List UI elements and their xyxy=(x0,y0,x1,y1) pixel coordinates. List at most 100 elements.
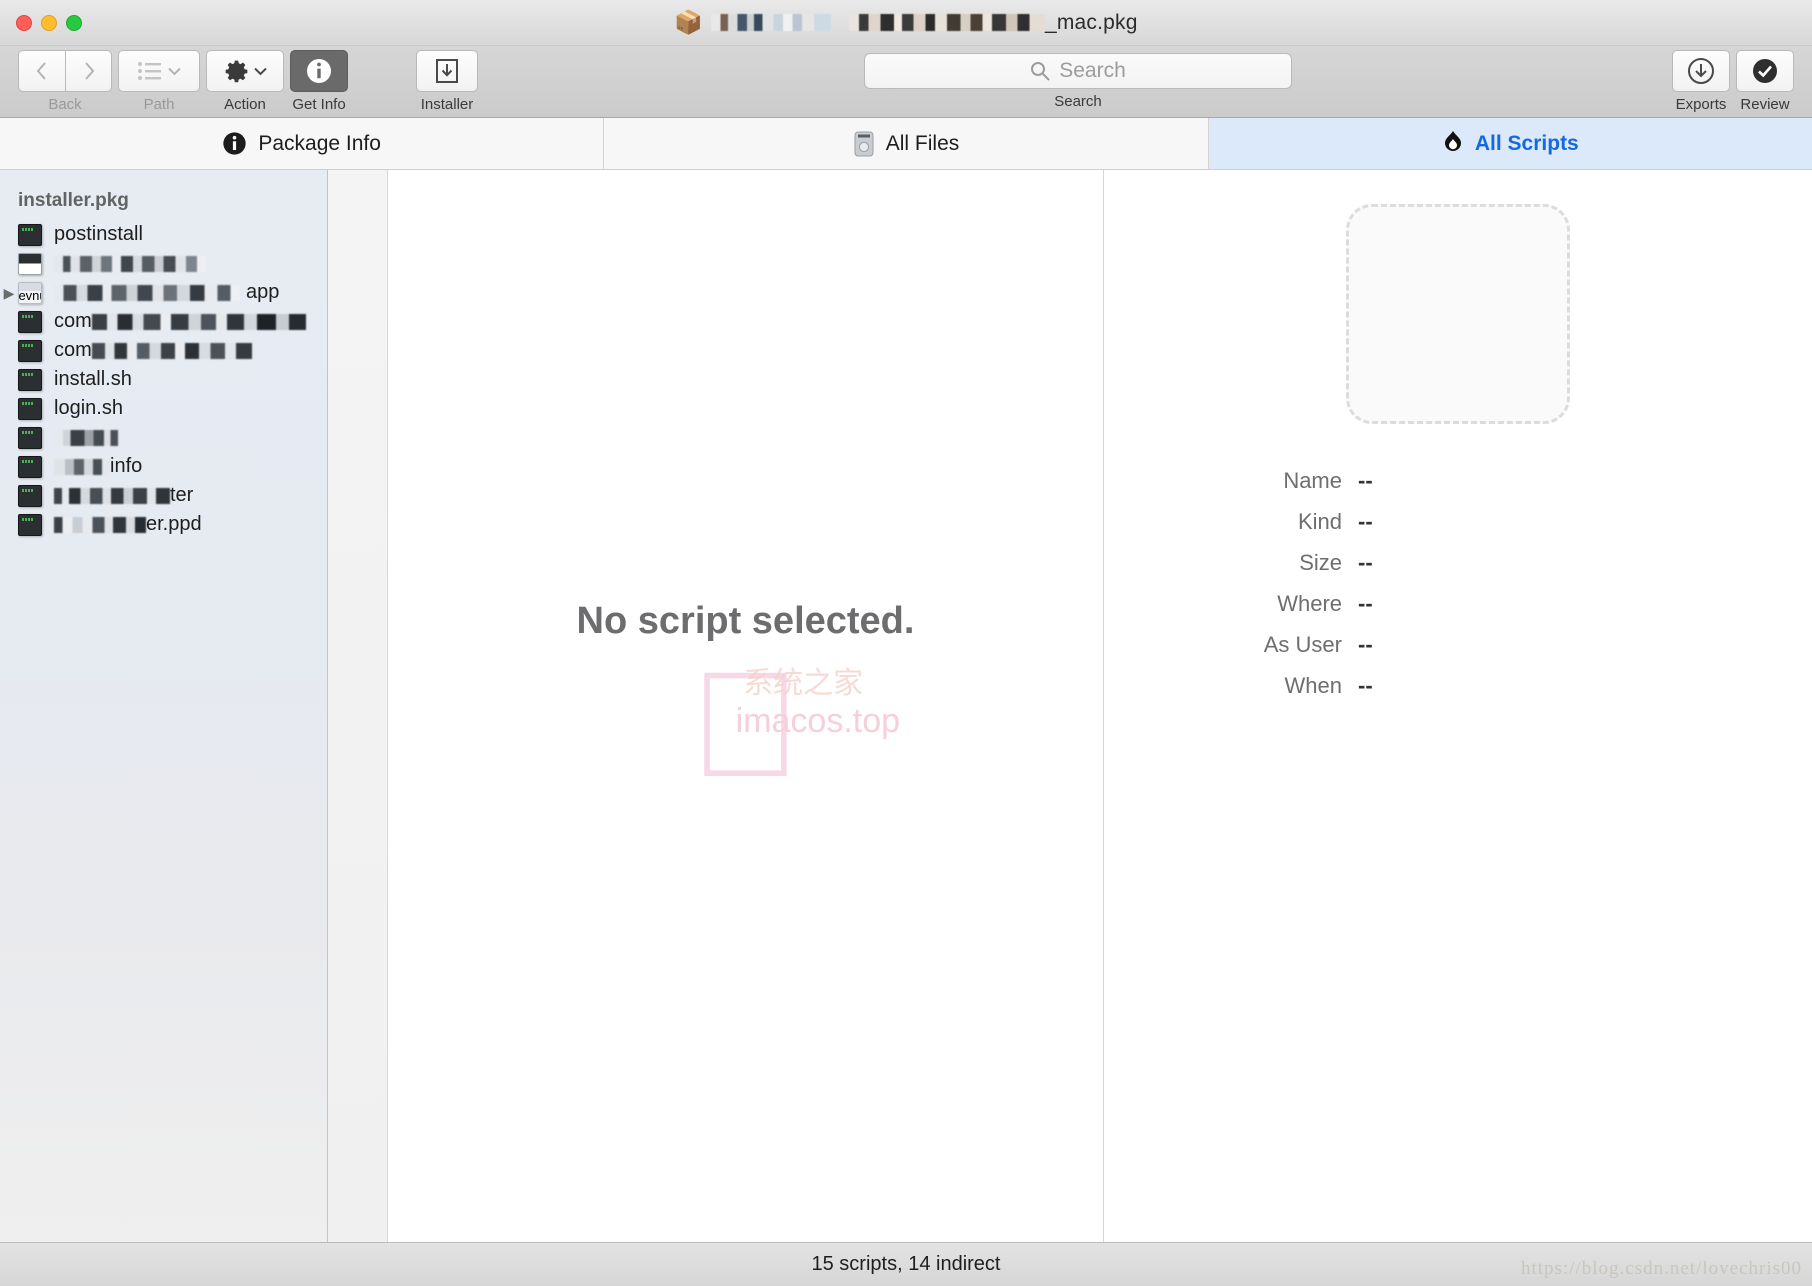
metadata-value: -- xyxy=(1358,468,1373,493)
window-controls[interactable] xyxy=(16,14,82,31)
redacted-filename xyxy=(54,516,146,533)
close-window-button[interactable] xyxy=(16,14,32,31)
metadata-list: Name -- Kind -- Size -- Where -- As User xyxy=(1104,468,1812,699)
tab-all-files[interactable]: All Files xyxy=(604,118,1209,169)
metadata-label: Size xyxy=(1299,550,1342,575)
metadata-value: -- xyxy=(1358,591,1373,616)
list-item-label: com xyxy=(54,310,92,332)
maximize-window-button[interactable] xyxy=(66,14,82,31)
metadata-label: As User xyxy=(1263,632,1342,657)
disclosure-triangle-icon[interactable]: ▶ xyxy=(0,286,18,300)
list-item-label: postinstall xyxy=(54,223,143,245)
path-control[interactable]: Path xyxy=(118,50,200,113)
list-item[interactable]: ▶ com xyxy=(0,307,327,336)
redacted-filename xyxy=(91,313,306,330)
tab-package-info[interactable]: Package Info xyxy=(0,118,605,169)
chevron-right-icon xyxy=(84,62,94,80)
review-button[interactable] xyxy=(1736,50,1794,92)
path-button[interactable] xyxy=(118,50,200,92)
list-item[interactable]: ▶ com xyxy=(0,336,327,365)
main-content: installer.pkg ▶ postinstall ▶ ▶ €devnull… xyxy=(0,170,1812,1242)
scripts-sidebar[interactable]: installer.pkg ▶ postinstall ▶ ▶ €devnull… xyxy=(0,170,328,1242)
action-control[interactable]: Action xyxy=(206,50,284,113)
redacted-filename xyxy=(54,487,170,504)
cjk-watermark: 系统之家 xyxy=(743,667,864,700)
list-item[interactable]: ▶ login.sh xyxy=(0,394,327,423)
script-icon xyxy=(18,426,42,449)
script-icon xyxy=(18,513,42,536)
back-forward-control[interactable]: Back xyxy=(18,50,112,113)
info-circle-icon xyxy=(223,132,247,155)
metadata-value: -- xyxy=(1358,632,1373,657)
checkmark-circle-icon xyxy=(1753,59,1777,83)
get-info-button-label: Get Info xyxy=(292,96,346,113)
list-item[interactable]: ▶ info xyxy=(0,452,327,481)
tab-all-scripts-label: All Scripts xyxy=(1474,131,1579,155)
list-item[interactable]: ▶ postinstall xyxy=(0,220,327,249)
tab-all-scripts[interactable]: All Scripts xyxy=(1208,118,1812,169)
install-download-icon xyxy=(436,59,458,83)
list-item[interactable]: ▶ xyxy=(0,423,327,452)
window-title-suffix: _mac.pkg xyxy=(1044,10,1138,34)
chevron-down-icon xyxy=(253,67,267,75)
installer-button[interactable] xyxy=(416,50,478,92)
back-button[interactable] xyxy=(18,50,65,92)
installer-control[interactable]: Installer xyxy=(416,50,478,113)
list-item[interactable]: ▶ er.ppd xyxy=(0,510,327,539)
search-label: Search xyxy=(1054,93,1102,110)
metadata-row-when: When -- xyxy=(1104,673,1812,699)
metadata-label: Kind xyxy=(1297,509,1342,534)
redacted-filename xyxy=(54,458,110,475)
forward-button[interactable] xyxy=(65,50,112,92)
list-item[interactable]: ▶ xyxy=(0,249,327,278)
editor-gutter xyxy=(328,170,388,1242)
script-dropzone[interactable] xyxy=(1346,204,1570,424)
exports-button-label: Exports xyxy=(1675,96,1727,113)
redacted-filename xyxy=(54,429,118,446)
script-icon xyxy=(18,223,42,246)
metadata-row-kind: Kind -- xyxy=(1104,509,1812,535)
download-circle-icon xyxy=(1688,58,1714,84)
script-icon xyxy=(18,455,42,478)
apple-logo-watermark:  xyxy=(689,649,802,799)
hard-drive-icon xyxy=(854,131,874,156)
list-item-label: ter xyxy=(170,484,194,506)
window-title: 📦 _mac.pkg xyxy=(0,11,1812,35)
metadata-value: -- xyxy=(1358,550,1373,575)
path-button-label: Path xyxy=(143,96,175,113)
getinfo-control[interactable]: Get Info xyxy=(290,50,348,113)
blog-url-watermark: https://blog.csdn.net/lovechris00 xyxy=(1520,1258,1802,1279)
tab-all-files-label: All Files xyxy=(885,131,960,155)
metadata-row-name: Name -- xyxy=(1104,468,1812,494)
list-item-label: login.sh xyxy=(54,397,123,419)
exports-button[interactable] xyxy=(1672,50,1730,92)
list-item-label: install.sh xyxy=(54,368,132,390)
window-title-text: _mac.pkg xyxy=(848,10,1138,35)
redacted-title-part-two xyxy=(848,14,1045,31)
metadata-label: When xyxy=(1284,673,1342,698)
chevron-down-icon xyxy=(168,67,181,75)
metadata-row-size: Size -- xyxy=(1104,550,1812,576)
search-placeholder: Search xyxy=(1059,59,1126,82)
script-editor-pane:  系统之家 imacos.top No script selected. xyxy=(328,170,1104,1242)
exports-control[interactable]: Exports xyxy=(1672,50,1730,113)
review-control[interactable]: Review xyxy=(1736,50,1794,113)
metadata-row-asuser: As User -- xyxy=(1104,632,1812,658)
tab-bar: Package Info All Files All Scripts xyxy=(0,118,1812,170)
get-info-button[interactable] xyxy=(290,50,348,92)
list-item[interactable]: ▶ ter xyxy=(0,481,327,510)
installer-button-label: Installer xyxy=(420,96,474,113)
minimize-window-button[interactable] xyxy=(41,14,57,31)
status-bar: 15 scripts, 14 indirect https://blog.csd… xyxy=(0,1242,1812,1286)
action-button[interactable] xyxy=(206,50,284,92)
metadata-label: Where xyxy=(1277,591,1342,616)
editor-empty-stage:  系统之家 imacos.top No script selected. xyxy=(388,170,1103,1242)
list-item-label: com xyxy=(54,339,92,361)
site-watermark: imacos.top xyxy=(735,702,901,740)
search-input[interactable]: Search xyxy=(864,53,1292,89)
list-item[interactable]: ▶ install.sh xyxy=(0,365,327,394)
search-control[interactable]: Search Search xyxy=(864,50,1292,110)
list-item[interactable]: ▶ €devnull; app xyxy=(0,278,327,307)
list-item-label: info xyxy=(110,455,143,477)
list-item-label: er.ppd xyxy=(146,513,202,535)
